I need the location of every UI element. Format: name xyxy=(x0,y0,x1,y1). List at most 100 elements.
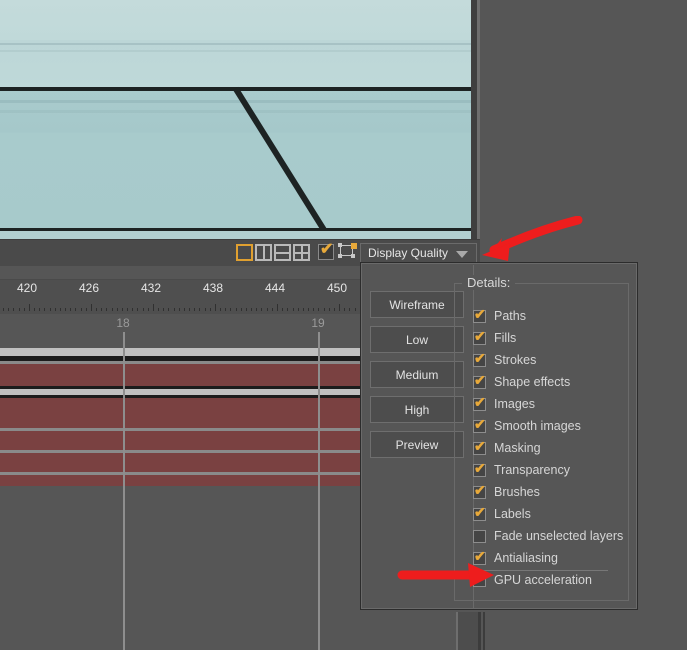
detail-row-labels[interactable]: Labels xyxy=(473,503,633,525)
two-pane-icon[interactable] xyxy=(255,244,272,261)
popup-right-background xyxy=(638,239,687,650)
timeline-ruler[interactable]: 4204264324384444504564 xyxy=(0,266,458,315)
checkbox-label-strokes: Strokes xyxy=(494,353,537,367)
ruler-minor-tick xyxy=(163,308,164,311)
detail-row-gpu-acceleration[interactable]: GPU acceleration xyxy=(473,569,633,591)
detail-row-fills[interactable]: Fills xyxy=(473,327,633,349)
row-gap-top[interactable] xyxy=(0,314,360,348)
checkmark-tool-icon[interactable]: ✔ xyxy=(318,241,334,260)
detail-row-fade-unselected-layers[interactable]: Fade unselected layers xyxy=(473,525,633,547)
row-gap-bottom[interactable] xyxy=(0,486,360,650)
detail-row-smooth-images[interactable]: Smooth images xyxy=(473,415,633,437)
two-row-icon[interactable] xyxy=(274,244,291,261)
ruler-tick-label: 438 xyxy=(202,281,224,295)
ruler-minor-tick xyxy=(349,308,350,311)
display-quality-dropdown[interactable]: Display Quality xyxy=(360,243,477,263)
ruler-minor-tick xyxy=(267,308,268,311)
timeline-playhead[interactable] xyxy=(123,332,125,650)
ruler-minor-tick xyxy=(220,308,221,311)
detail-row-paths[interactable]: Paths xyxy=(473,305,633,327)
ruler-minor-tick xyxy=(230,308,231,311)
single-pane-icon[interactable] xyxy=(236,244,253,261)
ruler-minor-tick xyxy=(174,308,175,311)
checkmark-glyph: ✔ xyxy=(320,241,334,258)
lower-fill xyxy=(0,231,477,239)
checkbox-strokes[interactable] xyxy=(473,351,486,367)
checkbox-paths[interactable] xyxy=(473,307,486,323)
ruler-minor-tick xyxy=(334,308,335,311)
ruler-minor-tick xyxy=(313,308,314,311)
ruler-major-tick xyxy=(29,304,30,311)
ruler-minor-tick xyxy=(132,308,133,311)
checkbox-fade-unselected-layers[interactable] xyxy=(473,529,486,543)
row-red-2[interactable] xyxy=(0,398,360,428)
checkbox-images[interactable] xyxy=(473,395,486,411)
ruler-minor-tick xyxy=(241,308,242,311)
row-red-1[interactable] xyxy=(0,364,360,386)
ruler-minor-tick xyxy=(13,308,14,311)
detail-row-images[interactable]: Images xyxy=(473,393,633,415)
ruler-minor-tick xyxy=(179,308,180,311)
ruler-minor-tick xyxy=(50,308,51,311)
checkbox-transparency[interactable] xyxy=(473,461,486,477)
row-red-5[interactable] xyxy=(0,475,360,486)
ruler-minor-tick xyxy=(158,308,159,311)
ruler-minor-tick xyxy=(143,308,144,311)
quality-preset-high-button[interactable]: High xyxy=(370,396,464,423)
right-background xyxy=(480,0,687,239)
checkbox-label-gpu-acceleration: GPU acceleration xyxy=(494,573,592,587)
quality-preset-group: Wireframe Low Medium High Preview xyxy=(370,291,465,466)
checkbox-smooth-images[interactable] xyxy=(473,417,486,433)
ruler-minor-tick xyxy=(205,308,206,311)
ruler-minor-tick xyxy=(122,308,123,311)
ruler-minor-tick xyxy=(24,308,25,311)
ruler-minor-tick xyxy=(184,308,185,311)
app-root: ✔ 4204264324384444504564 1819 Display Qu… xyxy=(0,0,687,650)
row-red-3[interactable] xyxy=(0,431,360,450)
artwork-canvas[interactable] xyxy=(0,0,477,239)
checkbox-label-masking: Masking xyxy=(494,441,541,455)
bottom-panel-segment xyxy=(458,612,478,650)
detail-row-transparency[interactable]: Transparency xyxy=(473,459,633,481)
quality-preset-low-button[interactable]: Low xyxy=(370,326,464,353)
row-red-4[interactable] xyxy=(0,453,360,472)
timeline-playhead[interactable] xyxy=(318,332,320,650)
ruler-minor-tick xyxy=(287,308,288,311)
ruler-minor-tick xyxy=(70,308,71,311)
checkbox-gpu-acceleration[interactable] xyxy=(473,573,486,587)
detail-row-shape-effects[interactable]: Shape effects xyxy=(473,371,633,393)
checkbox-label-fills: Fills xyxy=(494,331,517,345)
row-light-1[interactable] xyxy=(0,348,360,356)
ruler-minor-tick xyxy=(318,308,319,311)
checkbox-masking[interactable] xyxy=(473,439,486,455)
ruler-minor-tick xyxy=(236,308,237,311)
quad-pane-icon[interactable] xyxy=(293,244,310,261)
detail-row-masking[interactable]: Masking xyxy=(473,437,633,459)
quality-preset-medium-button[interactable]: Medium xyxy=(370,361,464,388)
ruler-major-tick xyxy=(277,304,278,311)
detail-row-strokes[interactable]: Strokes xyxy=(473,349,633,371)
ruler-minor-tick xyxy=(55,308,56,311)
timeline-tracks[interactable]: 18 19 xyxy=(0,314,360,650)
checkbox-antialiasing[interactable] xyxy=(473,549,486,565)
bounding-box-tool-icon[interactable] xyxy=(338,243,357,259)
detail-row-antialiasing[interactable]: Antialiasing xyxy=(473,547,633,569)
checkbox-fills[interactable] xyxy=(473,329,486,345)
sky-streak xyxy=(0,43,477,45)
ruler-minor-tick xyxy=(106,308,107,311)
quality-preset-preview-button[interactable]: Preview xyxy=(370,431,464,458)
sky-streak xyxy=(0,50,477,52)
detail-row-brushes[interactable]: Brushes xyxy=(473,481,633,503)
water-streak xyxy=(0,110,477,113)
chevron-down-icon xyxy=(456,251,468,258)
checkbox-shape-effects[interactable] xyxy=(473,373,486,389)
ruler-minor-tick xyxy=(293,308,294,311)
checkbox-brushes[interactable] xyxy=(473,483,486,499)
timeline-frame-label: 19 xyxy=(311,316,325,330)
checkbox-labels[interactable] xyxy=(473,505,486,521)
ruler-minor-tick xyxy=(329,308,330,311)
ruler-minor-tick xyxy=(60,308,61,311)
ruler-minor-tick xyxy=(81,308,82,311)
quality-preset-wireframe-button[interactable]: Wireframe xyxy=(370,291,464,318)
ruler-minor-tick xyxy=(127,308,128,311)
